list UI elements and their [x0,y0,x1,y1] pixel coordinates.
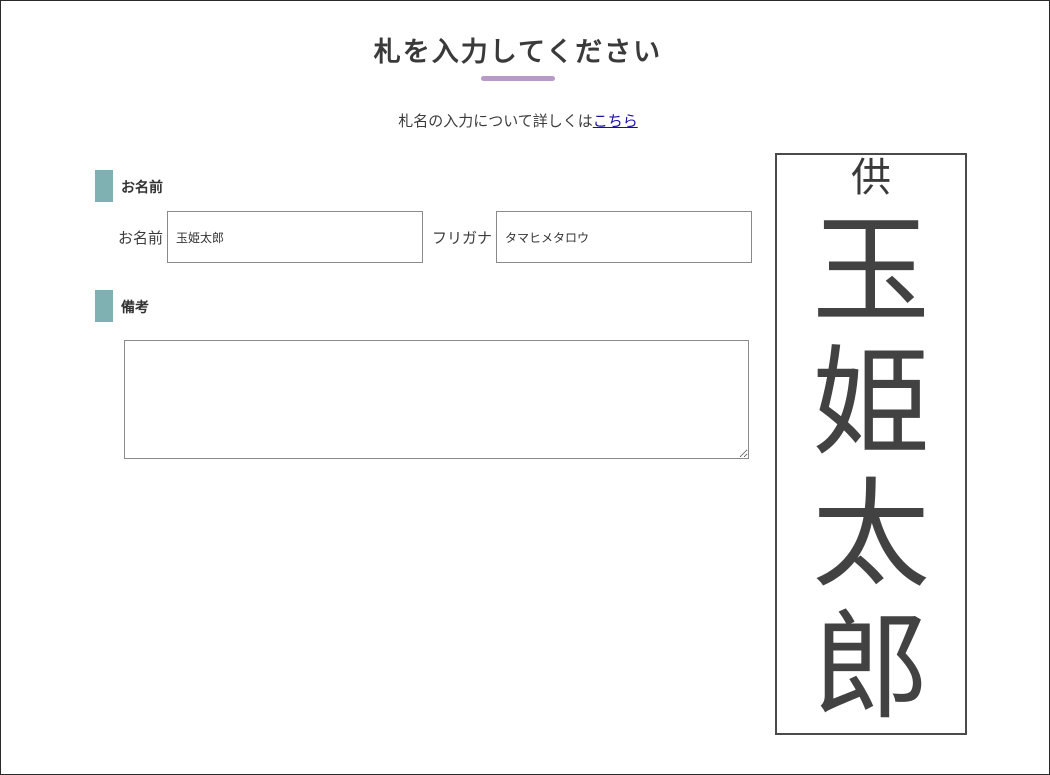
name-field-label: お名前 [118,229,164,247]
intro-label: 札名の入力について詳しくは [398,112,593,130]
tag-preview: 供 玉 姫 太 郎 [775,153,967,735]
title-underline [481,76,555,81]
kana-input[interactable] [496,211,752,263]
preview-name-char: 太 [811,466,930,604]
name-input[interactable] [167,211,423,263]
offering-text: 供 [851,155,891,201]
details-link[interactable]: こちら [593,112,638,130]
preview-name: 玉 姫 太 郎 [777,205,965,733]
section-bar [95,290,113,322]
name-section-label: お名前 [121,180,163,196]
notes-textarea[interactable] [124,340,749,459]
notes-section-label: 備考 [121,300,149,316]
section-bar [95,170,113,202]
preview-name-char: 郎 [811,598,930,736]
kana-field-label: フリガナ [432,229,493,247]
intro-text: 札名の入力について詳しくはこちら [0,110,1036,131]
preview-name-char: 玉 [811,202,930,340]
page-title: 札を入力してください [373,37,663,68]
preview-name-char: 姫 [811,334,930,472]
